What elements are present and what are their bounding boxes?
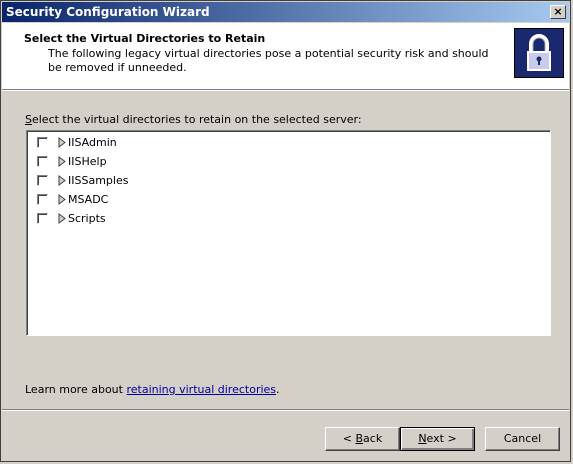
wizard-window: Security Configuration Wizard × Select t… <box>0 0 571 462</box>
back-label: ack <box>363 432 383 445</box>
checkbox-iishelp[interactable] <box>37 156 48 167</box>
window-title: Security Configuration Wizard <box>6 5 210 19</box>
learn-more-prefix: Learn more about <box>25 383 127 396</box>
instruction-text: elect the virtual directories to retain … <box>31 113 362 126</box>
back-button[interactable]: < Back <box>325 427 400 451</box>
footer-divider <box>2 409 569 411</box>
page-description: The following legacy virtual directories… <box>48 47 489 74</box>
header-divider <box>2 90 569 91</box>
expand-arrow-icon[interactable] <box>56 155 68 168</box>
expand-arrow-icon[interactable] <box>56 212 68 225</box>
learn-more-text: Learn more about retaining virtual direc… <box>25 383 280 396</box>
close-button[interactable]: × <box>550 5 566 19</box>
next-accelerator: N <box>418 432 427 445</box>
expand-arrow-icon[interactable] <box>56 136 68 149</box>
wizard-header: Select the Virtual Directories to Retain… <box>2 23 569 90</box>
list-item-label: Scripts <box>68 212 106 225</box>
instruction-label: Select the virtual directories to retain… <box>25 113 362 126</box>
list-item-label: IISHelp <box>68 155 107 168</box>
cancel-label: Cancel <box>503 432 542 445</box>
list-item-label: IISSamples <box>68 174 129 187</box>
back-prefix: < <box>342 432 356 445</box>
next-label: ext > <box>426 432 457 445</box>
expand-arrow-icon[interactable] <box>56 174 68 187</box>
checkbox-msadc[interactable] <box>37 194 48 205</box>
virtual-directory-list[interactable]: IISAdmin IISHelp IISSamples MSADC Script <box>26 130 551 336</box>
checkbox-iisadmin[interactable] <box>37 137 48 148</box>
list-item-label: MSADC <box>68 193 109 206</box>
back-accelerator: B <box>355 432 364 445</box>
padlock-icon <box>514 28 564 78</box>
retaining-directories-link[interactable]: retaining virtual directories <box>126 383 276 396</box>
checkbox-scripts[interactable] <box>37 213 48 224</box>
list-item-label: IISAdmin <box>68 136 117 149</box>
page-title: Select the Virtual Directories to Retain <box>24 32 266 45</box>
list-inner: IISAdmin IISHelp IISSamples MSADC Script <box>27 131 550 335</box>
cancel-button[interactable]: Cancel <box>485 427 560 451</box>
title-bar[interactable]: Security Configuration Wizard × <box>2 2 569 22</box>
checkbox-iissamples[interactable] <box>37 175 48 186</box>
next-button[interactable]: Next > <box>400 427 475 451</box>
expand-arrow-icon[interactable] <box>56 193 68 206</box>
instruction-accelerator: S <box>25 113 32 126</box>
close-icon: × <box>553 5 563 18</box>
learn-more-suffix: . <box>276 383 280 396</box>
